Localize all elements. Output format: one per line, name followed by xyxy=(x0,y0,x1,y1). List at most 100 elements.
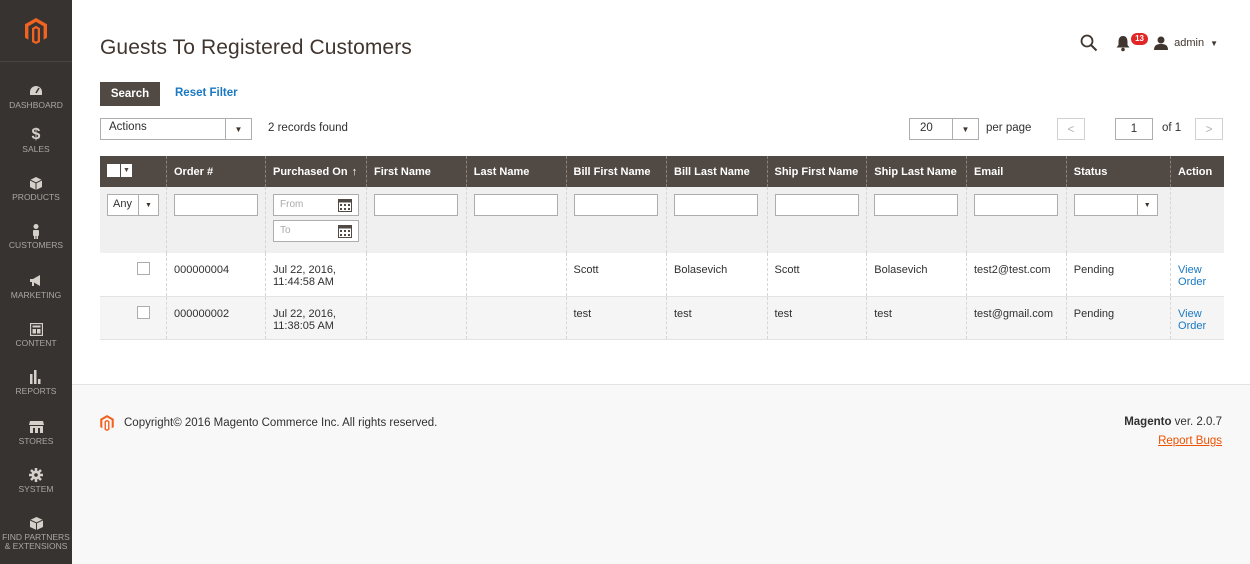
any-filter-select[interactable]: Any ▼ xyxy=(107,194,159,216)
reset-filter-link[interactable]: Reset Filter xyxy=(175,87,238,99)
admin-user-menu[interactable]: admin ▼ xyxy=(1154,36,1218,50)
ship-last-name: Bolasevich xyxy=(866,253,967,297)
chevron-down-icon: ▼ xyxy=(225,119,251,139)
grid-header-row: ▼ Order # Purchased On ↑ First Name Last … xyxy=(100,156,1224,187)
sidebar-item-label: Marketing xyxy=(10,290,62,300)
sidebar-item-dashboard[interactable]: Dashboard xyxy=(0,82,72,110)
select-all-header[interactable]: ▼ xyxy=(100,156,167,187)
column-header-purchased-on[interactable]: Purchased On ↑ xyxy=(265,156,367,187)
dollar-icon: $ xyxy=(31,126,41,143)
ship-last-name: test xyxy=(866,296,967,340)
chevron-left-icon: < xyxy=(1067,122,1075,136)
sidebar-item-content[interactable]: Content xyxy=(0,320,72,348)
column-header-bill-last-name[interactable]: Bill Last Name xyxy=(666,156,767,187)
chevron-down-icon: ▼ xyxy=(138,195,158,215)
sidebar-item-reports[interactable]: Reports xyxy=(0,368,72,396)
purchased-on: Jul 22, 2016, 11:38:05 AM xyxy=(265,296,367,340)
magento-footer-logo-icon xyxy=(100,415,114,431)
row-checkbox[interactable] xyxy=(137,305,150,319)
sidebar-item-partners[interactable]: Find Partners & Extensions xyxy=(0,514,72,551)
column-header-status[interactable]: Status xyxy=(1065,156,1171,187)
email: test@gmail.com xyxy=(966,296,1067,340)
ship-last-name-filter-input[interactable] xyxy=(874,194,959,216)
column-header-ship-last-name[interactable]: Ship Last Name xyxy=(866,156,967,187)
sidebar-item-products[interactable]: Products xyxy=(0,174,72,202)
column-header-last-name[interactable]: Last Name xyxy=(465,156,566,187)
page-number-input[interactable]: 1 xyxy=(1115,118,1153,140)
calendar-icon[interactable] xyxy=(338,224,352,238)
layout-icon xyxy=(0,320,72,338)
report-bugs-link[interactable]: Report Bugs xyxy=(1158,435,1222,447)
dashboard-icon xyxy=(0,82,72,100)
sidebar-item-marketing[interactable]: Marketing xyxy=(0,272,72,300)
mass-select-checkbox[interactable]: ▼ xyxy=(107,163,132,177)
column-header-first-name[interactable]: First Name xyxy=(366,156,467,187)
page-title: Guests To Registered Customers xyxy=(100,36,412,59)
sidebar-item-system[interactable]: System xyxy=(0,466,72,494)
first-name xyxy=(366,296,467,340)
table-row[interactable]: 000000002 Jul 22, 2016, 11:38:05 AM test… xyxy=(100,296,1224,340)
calendar-icon[interactable] xyxy=(338,198,352,212)
chevron-right-icon: > xyxy=(1205,122,1213,136)
chevron-down-icon: ▼ xyxy=(1136,195,1157,215)
person-icon xyxy=(0,222,72,240)
date-from-input[interactable]: From xyxy=(273,194,359,216)
sidebar-item-customers[interactable]: Customers xyxy=(0,222,72,250)
sidebar-item-label: Sales xyxy=(22,144,50,154)
chevron-down-icon: ▼ xyxy=(952,119,978,139)
last-name-filter-input[interactable] xyxy=(473,194,558,216)
bill-last-name: Bolasevich xyxy=(666,253,767,297)
order-filter-input[interactable] xyxy=(174,194,258,216)
view-order-link[interactable]: View Order xyxy=(1178,308,1217,332)
search-button[interactable]: Search xyxy=(100,82,160,106)
sidebar-item-label: Products xyxy=(12,192,60,202)
email-filter-input[interactable] xyxy=(974,194,1058,216)
ship-first-name: test xyxy=(766,296,867,340)
sidebar-item-label: Dashboard xyxy=(9,100,63,110)
ship-first-name-filter-input[interactable] xyxy=(774,194,859,216)
admin-sidebar: Dashboard $ Sales Products Customers Mar… xyxy=(0,0,72,564)
status-filter-select[interactable]: ▼ xyxy=(1073,194,1158,216)
bill-first-name: Scott xyxy=(565,253,667,297)
store-icon xyxy=(0,418,72,436)
gear-icon xyxy=(0,466,72,484)
previous-page-button[interactable]: < xyxy=(1057,118,1085,140)
column-header-ship-first-name[interactable]: Ship First Name xyxy=(766,156,867,187)
chevron-down-icon: ▼ xyxy=(1210,38,1218,48)
chevron-down-icon: ▼ xyxy=(121,163,132,177)
box-icon xyxy=(0,174,72,192)
sidebar-item-stores[interactable]: Stores xyxy=(0,418,72,446)
order-number: 000000004 xyxy=(166,253,266,297)
bill-first-name-filter-input[interactable] xyxy=(573,194,658,216)
column-header-action: Action xyxy=(1170,156,1224,187)
magento-logo[interactable] xyxy=(0,0,72,62)
sort-arrow-up-icon: ↑ xyxy=(351,165,358,178)
version-text: Magento ver. 2.0.7 xyxy=(1124,416,1222,428)
view-order-link[interactable]: View Order xyxy=(1178,264,1217,288)
per-page-value: 20 xyxy=(920,122,933,134)
column-header-bill-first-name[interactable]: Bill First Name xyxy=(565,156,667,187)
column-header-order[interactable]: Order # xyxy=(166,156,266,187)
next-page-button[interactable]: > xyxy=(1195,118,1223,140)
bill-first-name: test xyxy=(565,296,667,340)
orders-grid: ▼ Order # Purchased On ↑ First Name Last … xyxy=(100,156,1224,340)
status: Pending xyxy=(1065,253,1171,297)
grid-filter-row: Any ▼ From To ▼ xyxy=(100,187,1224,253)
mass-actions-select[interactable]: Actions ▼ xyxy=(100,118,252,140)
row-checkbox[interactable] xyxy=(137,262,150,275)
table-row[interactable]: 000000004 Jul 22, 2016, 11:44:58 AM Scot… xyxy=(100,253,1224,297)
purchased-on: Jul 22, 2016, 11:44:58 AM xyxy=(265,253,367,297)
sidebar-item-sales[interactable]: $ Sales xyxy=(0,126,72,154)
date-to-input[interactable]: To xyxy=(273,220,359,242)
bill-last-name-filter-input[interactable] xyxy=(674,194,758,216)
sidebar-item-label: Stores xyxy=(18,436,54,446)
admin-username: admin xyxy=(1174,37,1205,49)
global-search-icon[interactable] xyxy=(1080,34,1098,52)
sidebar-item-label: & Extensions xyxy=(4,541,68,551)
first-name-filter-input[interactable] xyxy=(374,194,458,216)
column-header-email[interactable]: Email xyxy=(966,156,1067,187)
user-icon xyxy=(1154,36,1169,50)
per-page-select[interactable]: 20 ▼ xyxy=(909,118,979,140)
copyright-text: Copyright© 2016 Magento Commerce Inc. Al… xyxy=(124,417,438,429)
notifications-count-badge: 13 xyxy=(1131,33,1148,45)
